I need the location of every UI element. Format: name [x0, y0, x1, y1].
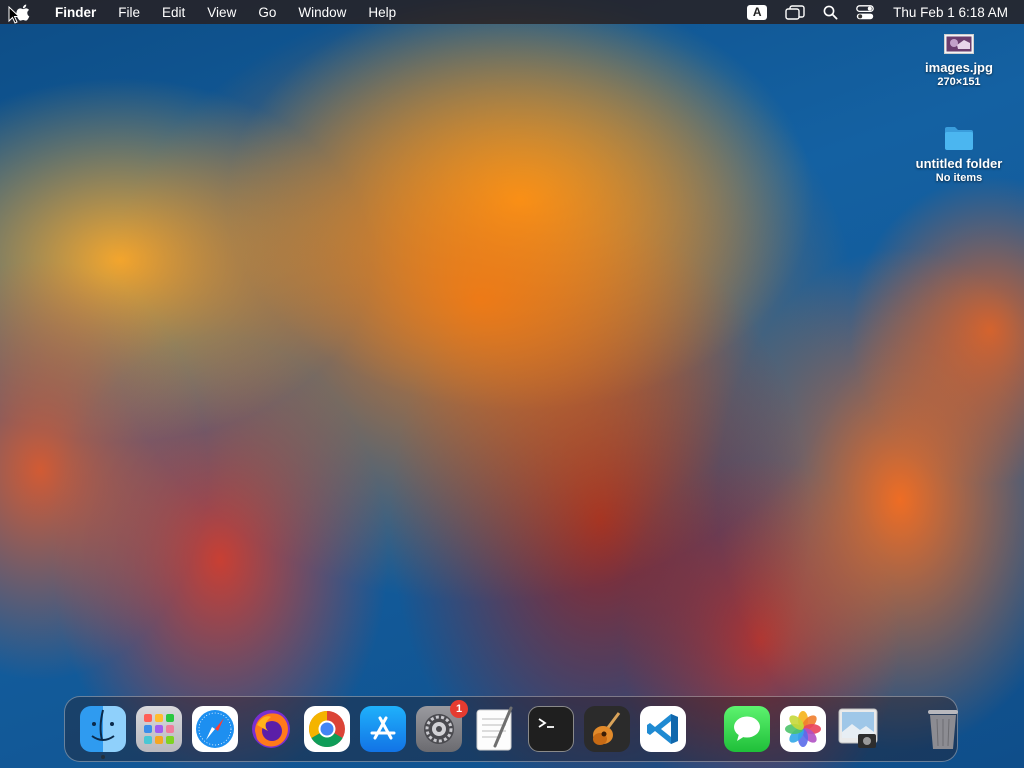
desktop-item-meta: 270×151: [937, 76, 981, 88]
guitar-icon: [593, 712, 621, 745]
dock-system-settings[interactable]: 1: [416, 700, 468, 752]
desktop-item-name: images.jpg: [925, 60, 993, 75]
dock-textedit[interactable]: [472, 706, 518, 752]
input-source-badge: A: [747, 4, 768, 20]
spotlight-menu[interactable]: [814, 0, 847, 24]
dock-vscode[interactable]: [640, 706, 686, 752]
menu-bar: Finder File Edit View Go Window Help A T…: [0, 0, 1024, 24]
desktop-item-name: untitled folder: [915, 156, 1003, 171]
dock-preview[interactable]: [836, 706, 882, 752]
search-icon: [823, 5, 838, 20]
dock: 1: [64, 696, 958, 762]
apple-menu[interactable]: [0, 0, 44, 24]
dock-terminal[interactable]: [528, 706, 574, 752]
screen-mirroring-menu[interactable]: [776, 0, 814, 24]
dock-messages[interactable]: [724, 706, 770, 752]
dock-garageband[interactable]: [584, 706, 630, 752]
control-center-menu[interactable]: [847, 0, 883, 24]
input-source-menu[interactable]: A: [738, 0, 776, 24]
menu-go[interactable]: Go: [247, 0, 287, 24]
terminal-icon: [538, 718, 554, 728]
notification-badge: 1: [450, 700, 468, 718]
desktop-item-image-file[interactable]: images.jpg 270×151: [904, 34, 1014, 88]
menu-app-finder[interactable]: Finder: [44, 0, 107, 24]
trash-icon: [928, 710, 958, 749]
desktop-item-folder[interactable]: untitled folder No items: [904, 124, 1014, 184]
dock-app-store[interactable]: [360, 706, 406, 752]
running-indicator: [101, 755, 105, 759]
messages-icon: [734, 716, 760, 741]
menu-view[interactable]: View: [196, 0, 247, 24]
screen-mirroring-icon: [785, 4, 805, 20]
wallpaper: [0, 0, 1024, 768]
safari-icon: [196, 710, 234, 748]
folder-icon: [945, 127, 973, 150]
mouse-cursor-icon: [8, 6, 20, 24]
menu-window[interactable]: Window: [287, 0, 357, 24]
dock-trash[interactable]: [920, 706, 966, 752]
desktop[interactable]: Finder File Edit View Go Window Help A T…: [0, 0, 1024, 768]
dock-firefox[interactable]: [248, 706, 294, 752]
vscode-icon: [647, 714, 678, 744]
chrome-icon: [308, 711, 345, 748]
menu-file[interactable]: File: [107, 0, 151, 24]
launchpad-icon: [144, 714, 174, 744]
preview-icon: [838, 708, 878, 748]
dock-chrome[interactable]: [304, 706, 350, 752]
finder-icon: [91, 709, 115, 741]
photos-icon: [785, 711, 821, 747]
menu-edit[interactable]: Edit: [151, 0, 196, 24]
image-thumbnail-icon: [944, 34, 974, 54]
control-center-icon: [856, 4, 875, 19]
firefox-icon: [252, 710, 290, 748]
app-store-icon: [370, 716, 396, 740]
menu-bar-clock[interactable]: Thu Feb 1 6:18 AM: [883, 5, 1008, 20]
desktop-item-meta: No items: [935, 172, 983, 184]
menu-help[interactable]: Help: [357, 0, 407, 24]
textedit-icon: [476, 706, 513, 751]
dock-safari[interactable]: [192, 706, 238, 752]
dock-finder[interactable]: [80, 706, 126, 759]
dock-photos[interactable]: [780, 706, 826, 752]
dock-launchpad[interactable]: [136, 706, 182, 752]
